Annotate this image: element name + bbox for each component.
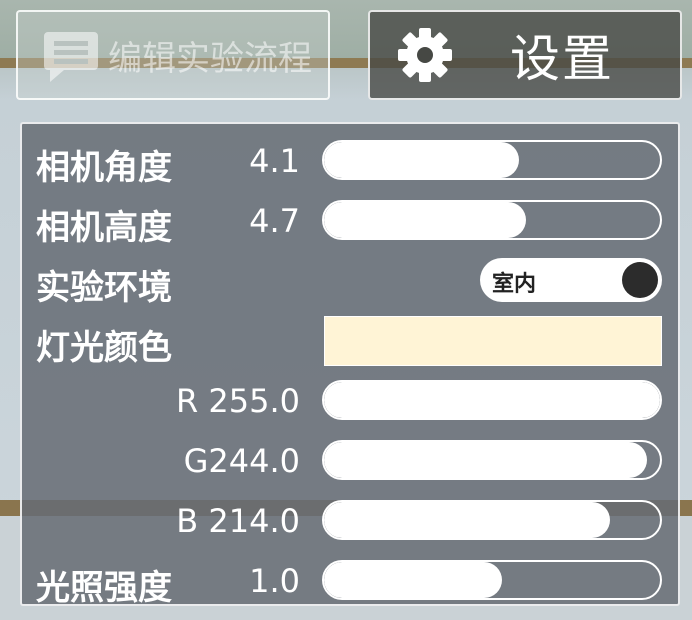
red-channel-label: R	[175, 382, 199, 420]
blue-channel-slider[interactable]	[322, 500, 662, 540]
camera-angle-row: 相机角度 4.1	[22, 138, 678, 188]
light-color-label: 灯光颜色	[36, 328, 172, 368]
red-channel-slider-fill	[324, 382, 660, 418]
environment-label: 实验环境	[36, 268, 172, 308]
settings-button[interactable]: 设置	[368, 10, 682, 100]
edit-experiment-flow-button[interactable]: 编辑实验流程	[16, 10, 330, 100]
light-intensity-row: 光照强度 1.0	[22, 558, 678, 608]
light-intensity-label: 光照强度	[36, 568, 172, 608]
light-intensity-value: 1.0	[249, 562, 300, 600]
camera-height-row: 相机高度 4.7	[22, 198, 678, 248]
camera-angle-slider-fill	[324, 142, 519, 178]
blue-channel-label: B	[176, 502, 199, 540]
edit-experiment-flow-label: 编辑实验流程	[108, 38, 312, 79]
camera-height-slider[interactable]	[322, 200, 662, 240]
blue-channel-slider-fill	[324, 502, 610, 538]
toggle-knob	[622, 262, 658, 298]
camera-angle-slider[interactable]	[322, 140, 662, 180]
camera-angle-value: 4.1	[249, 142, 300, 180]
red-channel-slider[interactable]	[322, 380, 662, 420]
camera-angle-label: 相机角度	[36, 148, 172, 188]
green-channel-row: G244.0	[22, 438, 678, 482]
environment-row: 实验环境 室内	[22, 258, 678, 308]
green-channel-value: 244.0	[208, 442, 300, 480]
settings-panel: 相机角度 4.1 相机高度 4.7 实验环境 室内 灯光颜色 R 255.0 G…	[20, 122, 680, 608]
green-channel-slider[interactable]	[322, 440, 662, 480]
red-channel-value: 255.0	[208, 382, 300, 420]
camera-height-label: 相机高度	[36, 208, 172, 248]
gear-icon	[396, 26, 454, 84]
settings-label: 设置	[510, 30, 614, 88]
environment-toggle[interactable]: 室内	[480, 258, 662, 302]
camera-height-slider-fill	[324, 202, 526, 238]
light-intensity-slider[interactable]	[322, 560, 662, 600]
light-color-row: 灯光颜色	[22, 316, 678, 368]
blue-channel-value: 214.0	[208, 502, 300, 540]
red-channel-row: R 255.0	[22, 378, 678, 422]
blue-channel-row: B 214.0	[22, 498, 678, 542]
green-channel-label: G	[183, 442, 209, 480]
chat-bubble-icon	[42, 28, 100, 82]
red-channel-readout: R 255.0	[176, 382, 300, 420]
environment-toggle-label: 室内	[492, 272, 537, 297]
camera-height-value: 4.7	[249, 202, 300, 240]
light-intensity-slider-fill	[324, 562, 503, 598]
green-channel-slider-fill	[324, 442, 647, 478]
green-channel-readout: G244.0	[184, 442, 300, 480]
light-color-swatch[interactable]	[324, 316, 662, 366]
blue-channel-readout: B 214.0	[176, 502, 300, 540]
